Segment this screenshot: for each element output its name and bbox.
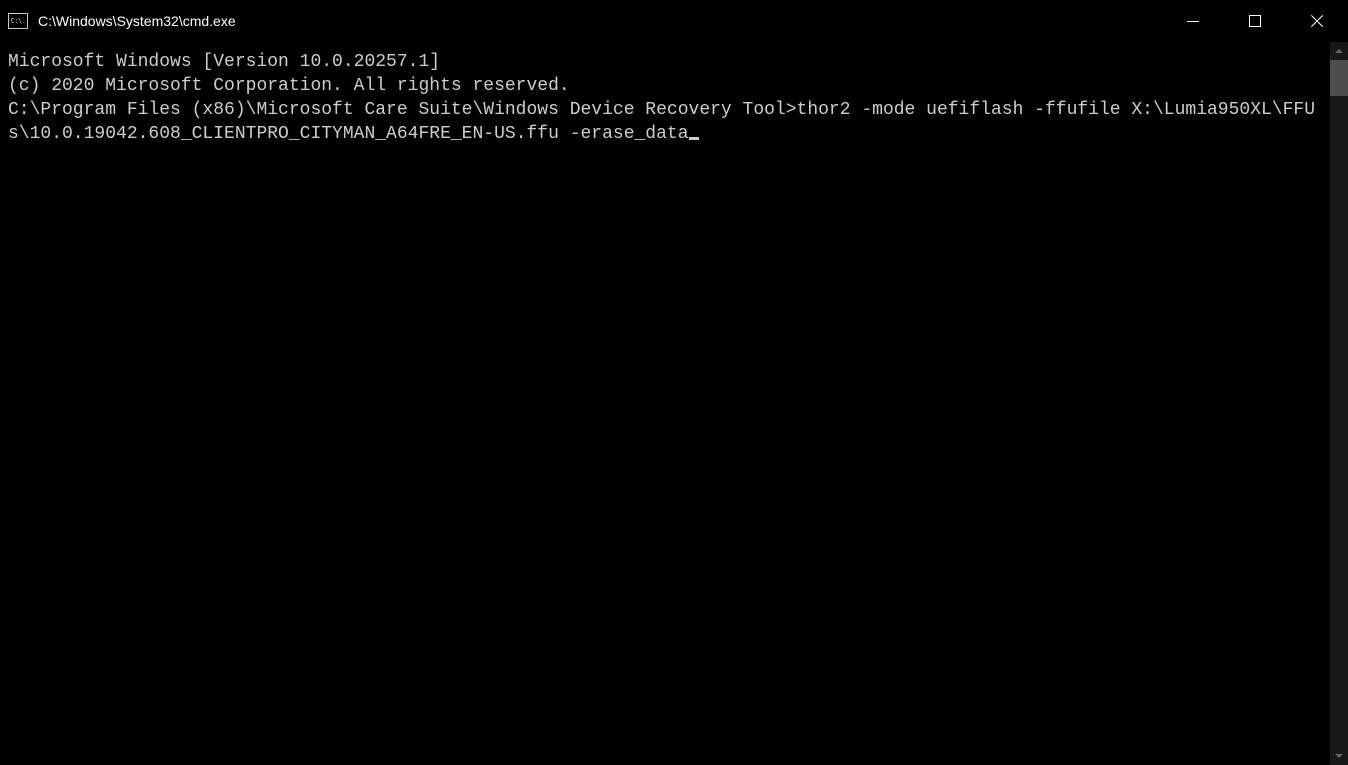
chevron-up-icon	[1335, 49, 1343, 53]
vertical-scrollbar[interactable]	[1330, 42, 1348, 765]
close-button[interactable]	[1286, 0, 1348, 42]
terminal-line: (c) 2020 Microsoft Corporation. All righ…	[8, 74, 1322, 98]
chevron-down-icon	[1335, 754, 1343, 758]
window-controls	[1162, 0, 1348, 42]
scroll-up-button[interactable]	[1330, 42, 1348, 60]
maximize-button[interactable]	[1224, 0, 1286, 42]
terminal-text: C:\Program Files (x86)\Microsoft Care Su…	[8, 100, 1315, 144]
minimize-button[interactable]	[1162, 0, 1224, 42]
minimize-icon	[1187, 21, 1199, 22]
titlebar-left: C:\. C:\Windows\System32\cmd.exe	[8, 13, 236, 29]
window-title: C:\Windows\System32\cmd.exe	[38, 13, 236, 29]
terminal-line: Microsoft Windows [Version 10.0.20257.1]	[8, 50, 1322, 74]
cmd-icon-text: C:\.	[11, 18, 26, 25]
terminal-area: Microsoft Windows [Version 10.0.20257.1]…	[0, 42, 1348, 765]
terminal-command-line: C:\Program Files (x86)\Microsoft Care Su…	[8, 98, 1322, 146]
scroll-thumb[interactable]	[1330, 60, 1348, 96]
terminal-content[interactable]: Microsoft Windows [Version 10.0.20257.1]…	[0, 42, 1330, 765]
close-icon	[1310, 14, 1324, 28]
text-cursor	[689, 137, 699, 140]
cmd-app-icon: C:\.	[8, 13, 28, 29]
maximize-icon	[1249, 15, 1261, 27]
scroll-down-button[interactable]	[1330, 747, 1348, 765]
titlebar[interactable]: C:\. C:\Windows\System32\cmd.exe	[0, 0, 1348, 42]
